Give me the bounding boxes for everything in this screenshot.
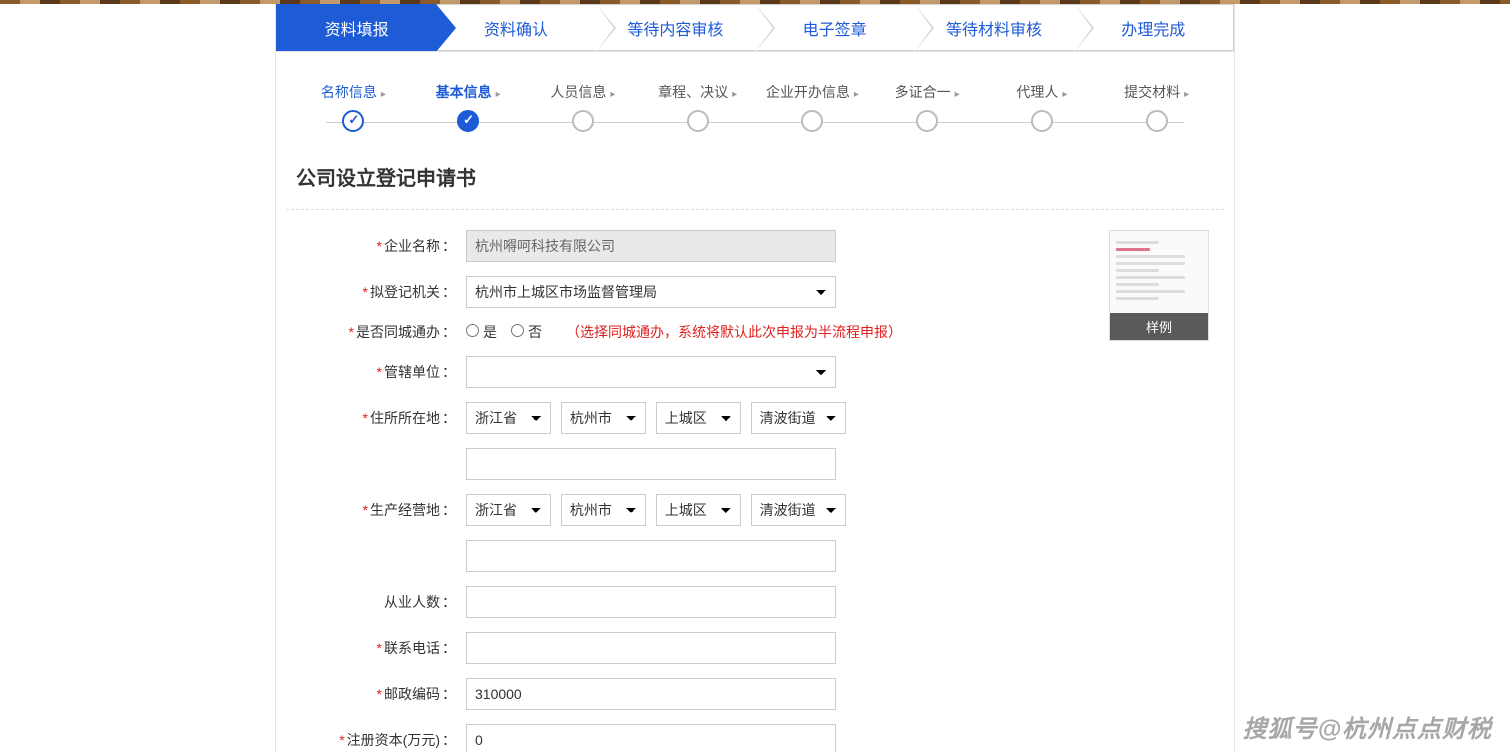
chevron-right-icon: ▸ xyxy=(496,89,501,100)
substep-charter[interactable]: 章程、决议▸ xyxy=(640,82,755,132)
domicile-district-select[interactable]: 上城区 xyxy=(656,402,741,434)
label-phone: *联系电话： xyxy=(296,638,466,658)
substep-agent[interactable]: 代理人▸ xyxy=(985,82,1100,132)
substep-dot xyxy=(1031,110,1053,132)
label-employees: 从业人数： xyxy=(296,592,466,612)
jurisdiction-select[interactable] xyxy=(466,356,836,388)
business-detail-input[interactable] xyxy=(466,540,836,572)
company-name-input xyxy=(466,230,836,262)
sample-preview[interactable]: 样例 xyxy=(1109,230,1209,341)
substep-basic-info[interactable]: 基本信息▸ xyxy=(411,82,526,132)
phone-input[interactable] xyxy=(466,632,836,664)
page-title: 公司设立登记申请书 xyxy=(286,152,1224,210)
domicile-province-select[interactable]: 浙江省 xyxy=(466,402,551,434)
chevron-right-icon: ▸ xyxy=(381,89,386,100)
step-data-confirm[interactable]: 资料确认 xyxy=(436,4,595,51)
domicile-city-select[interactable]: 杭州市 xyxy=(561,402,646,434)
substep-multi-cert[interactable]: 多证合一▸ xyxy=(870,82,985,132)
label-capital: *注册资本(万元)： xyxy=(296,730,466,750)
label-domicile: *住所所在地： xyxy=(296,408,466,428)
sub-steps-nav: 名称信息▸ 基本信息▸ 人员信息▸ 章程、决议▸ 企业开办信息▸ 多证合一▸ 代… xyxy=(276,52,1234,152)
sample-caption: 样例 xyxy=(1110,313,1208,340)
radio-yes-label[interactable]: 是 xyxy=(466,322,497,342)
label-same-city: *是否同城通办： xyxy=(296,322,466,342)
chevron-right-icon: ▸ xyxy=(732,89,737,100)
employees-input[interactable] xyxy=(466,586,836,618)
reg-authority-select[interactable]: 杭州市上城区市场监督管理局 xyxy=(466,276,836,308)
substep-dot xyxy=(572,110,594,132)
business-province-select[interactable]: 浙江省 xyxy=(466,494,551,526)
chevron-right-icon: ▸ xyxy=(955,89,960,100)
substep-submit[interactable]: 提交材料▸ xyxy=(1099,82,1214,132)
chevron-right-icon: ▸ xyxy=(610,89,615,100)
step-data-fill[interactable]: 资料填报 xyxy=(276,4,436,51)
business-street-select[interactable]: 清波街道 xyxy=(751,494,846,526)
chevron-right-icon: ▸ xyxy=(1062,89,1067,100)
substep-dot xyxy=(801,110,823,132)
domicile-street-select[interactable]: 清波街道 xyxy=(751,402,846,434)
business-district-select[interactable]: 上城区 xyxy=(656,494,741,526)
capital-input[interactable] xyxy=(466,724,836,752)
same-city-hint: （选择同城通办，系统将默认此次申报为半流程申报） xyxy=(566,322,902,342)
step-content-review[interactable]: 等待内容审核 xyxy=(596,4,755,51)
postal-input[interactable] xyxy=(466,678,836,710)
label-business-addr: *生产经营地： xyxy=(296,500,466,520)
label-postal: *邮政编码： xyxy=(296,684,466,704)
main-steps-nav: 资料填报 资料确认 等待内容审核 电子签章 等待材料审核 办理完成 xyxy=(276,4,1234,52)
chevron-right-icon: ▸ xyxy=(1184,89,1189,100)
substep-name-info[interactable]: 名称信息▸ xyxy=(296,82,411,132)
step-esign[interactable]: 电子签章 xyxy=(755,4,914,51)
substep-personnel[interactable]: 人员信息▸ xyxy=(526,82,641,132)
business-city-select[interactable]: 杭州市 xyxy=(561,494,646,526)
substep-dot xyxy=(687,110,709,132)
label-company-name: *企业名称： xyxy=(296,236,466,256)
sample-thumbnail xyxy=(1110,231,1208,313)
radio-yes[interactable] xyxy=(466,324,479,337)
radio-no[interactable] xyxy=(511,324,524,337)
radio-no-label[interactable]: 否 xyxy=(511,322,542,342)
chevron-right-icon: ▸ xyxy=(854,89,859,100)
watermark-text: 搜狐号@杭州点点财税 xyxy=(1243,709,1492,744)
domicile-detail-input[interactable] xyxy=(466,448,836,480)
step-material-review[interactable]: 等待材料审核 xyxy=(914,4,1073,51)
substep-dot xyxy=(1146,110,1168,132)
substep-opening[interactable]: 企业开办信息▸ xyxy=(755,82,870,132)
substep-dot-current xyxy=(457,110,479,132)
label-reg-authority: *拟登记机关： xyxy=(296,282,466,302)
substep-dot-done xyxy=(342,110,364,132)
label-jurisdiction: *管辖单位： xyxy=(296,362,466,382)
substep-dot xyxy=(916,110,938,132)
step-complete[interactable]: 办理完成 xyxy=(1074,4,1234,51)
